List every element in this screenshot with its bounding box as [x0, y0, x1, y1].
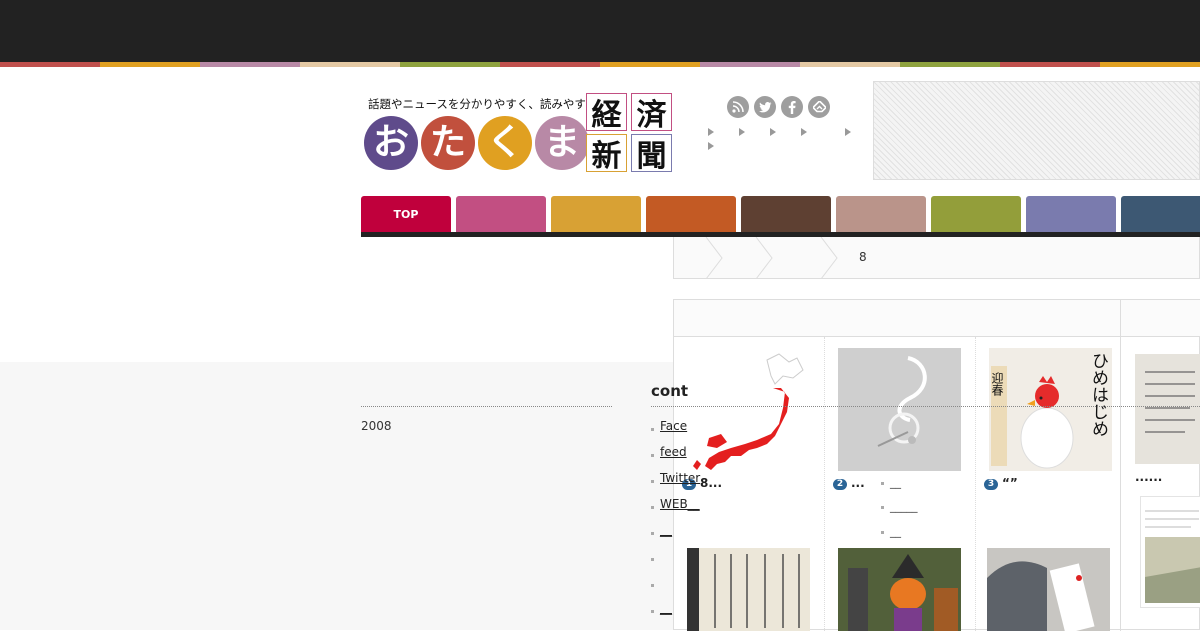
breadcrumb-current: 8 — [859, 250, 867, 264]
rank-badge: 3 — [984, 479, 998, 490]
stripe-segment — [900, 62, 1000, 67]
contact-link-web[interactable]: WEB__ — [660, 497, 700, 511]
contact-divider — [651, 406, 1200, 407]
stripe-segment — [500, 62, 600, 67]
logo-circle-o: お — [364, 116, 418, 170]
header-link-arrow-icon[interactable] — [708, 142, 714, 150]
logo-circle-ku: く — [478, 116, 532, 170]
article-thumb-charm[interactable] — [838, 348, 961, 471]
breadcrumb: 8 — [673, 237, 1200, 279]
logo-kanji-zai: 済 — [631, 93, 672, 133]
global-nav: TOP — [361, 196, 1200, 232]
logo-circle-ma: ま — [535, 116, 589, 170]
logo-kanji-shin: 新 — [586, 134, 627, 174]
list-bullet — [651, 454, 654, 457]
ranking-panel: ひめはじめ 迎春 1 8... 2... 3 “” ...... __ _____ — [673, 299, 1200, 631]
list-bullet — [651, 610, 654, 613]
contact-link[interactable]: __ — [660, 601, 672, 615]
nav-tab[interactable] — [1026, 196, 1116, 232]
nav-tab[interactable] — [646, 196, 736, 232]
column-divider — [1120, 337, 1121, 631]
header-link-arrow-icon[interactable] — [708, 128, 714, 136]
nav-tab[interactable] — [456, 196, 546, 232]
stripe-segment — [100, 62, 200, 67]
header-link-arrow-icon[interactable] — [739, 128, 745, 136]
rank-badge: 2 — [833, 479, 847, 490]
site-logo[interactable]: お た く ま — [364, 116, 589, 170]
header-link-arrow-icon[interactable] — [770, 128, 776, 136]
sub-link[interactable]: __ — [881, 476, 901, 489]
stripe-segment — [300, 62, 400, 67]
contact-link-facebook[interactable]: Face — [660, 419, 687, 433]
logo-kanji: 経 済 新 聞 — [586, 93, 672, 174]
article-thumb-omikuji[interactable] — [687, 548, 810, 631]
site-tagline: 話題やニュースを分かりやすく、読みやすく。 — [368, 97, 609, 111]
rss-icon[interactable] — [727, 96, 749, 118]
feedly-icon[interactable] — [808, 96, 830, 118]
color-stripe — [0, 62, 1200, 67]
list-bullet — [651, 480, 654, 483]
ranking-item-title: ... — [851, 476, 865, 490]
chicken-subcaption: 迎春 — [990, 372, 1004, 396]
nav-tab[interactable] — [1121, 196, 1200, 232]
list-bullet — [651, 428, 654, 431]
column-divider — [975, 337, 976, 631]
stripe-segment — [1100, 62, 1200, 67]
twitter-icon[interactable] — [754, 96, 776, 118]
stripe-segment — [0, 62, 100, 67]
ranking-item-title: “” — [1002, 476, 1018, 490]
nav-tab[interactable] — [931, 196, 1021, 232]
breadcrumb-separator-icon — [755, 237, 773, 279]
side-thumb-tweet[interactable] — [1140, 496, 1200, 608]
nav-tab[interactable] — [741, 196, 831, 232]
breadcrumb-separator-icon — [705, 237, 723, 279]
sub-link[interactable]: __ — [881, 525, 901, 538]
article-thumb-halloween[interactable] — [838, 548, 961, 631]
article-thumb-ticket[interactable] — [987, 548, 1110, 631]
ranking-item-3[interactable]: 3 “” — [984, 476, 1018, 490]
ad-banner[interactable] — [873, 81, 1200, 180]
side-panel-header — [1120, 300, 1200, 337]
stripe-segment — [1000, 62, 1100, 67]
nav-tab[interactable] — [551, 196, 641, 232]
chicken-caption: ひめはじめ — [1088, 352, 1108, 437]
social-links — [727, 96, 830, 118]
column-divider — [824, 337, 825, 631]
article-thumb-document[interactable] — [1135, 354, 1200, 464]
contact-link[interactable]: __ — [660, 523, 672, 537]
list-bullet — [651, 506, 654, 509]
list-bullet — [651, 558, 654, 561]
logo-circle-ta: た — [421, 116, 475, 170]
article-thumb-japan-map[interactable] — [687, 348, 810, 471]
footer-divider — [361, 406, 612, 407]
nav-tab-top[interactable]: TOP — [361, 196, 451, 232]
logo-kanji-bun: 聞 — [631, 134, 672, 174]
contact-link-feed[interactable]: feed — [660, 445, 687, 459]
article-thumb-chicken[interactable]: ひめはじめ 迎春 — [989, 348, 1112, 471]
list-bullet — [651, 532, 654, 535]
stripe-segment — [200, 62, 300, 67]
ranking-item-2[interactable]: 2... — [833, 476, 865, 490]
stripe-segment — [400, 62, 500, 67]
nav-tab[interactable] — [836, 196, 926, 232]
ranking-panel-header — [674, 300, 1120, 337]
header-link-arrow-icon[interactable] — [845, 128, 851, 136]
ranking-item-title: 8... — [700, 476, 723, 490]
footer-year: 2008 — [361, 419, 392, 433]
logo-kanji-kei: 経 — [586, 93, 627, 133]
stripe-segment — [800, 62, 900, 67]
stripe-segment — [600, 62, 700, 67]
facebook-icon[interactable] — [781, 96, 803, 118]
stripe-segment — [700, 62, 800, 67]
list-bullet — [651, 584, 654, 587]
contact-heading: cont — [651, 382, 689, 400]
header-link-arrow-icon[interactable] — [801, 128, 807, 136]
side-item-title[interactable]: ...... — [1135, 470, 1162, 484]
contact-link-twitter[interactable]: Twitter — [660, 471, 700, 485]
sub-link[interactable]: _____ — [881, 500, 918, 513]
breadcrumb-separator-icon — [820, 237, 838, 279]
top-bar — [0, 0, 1200, 62]
